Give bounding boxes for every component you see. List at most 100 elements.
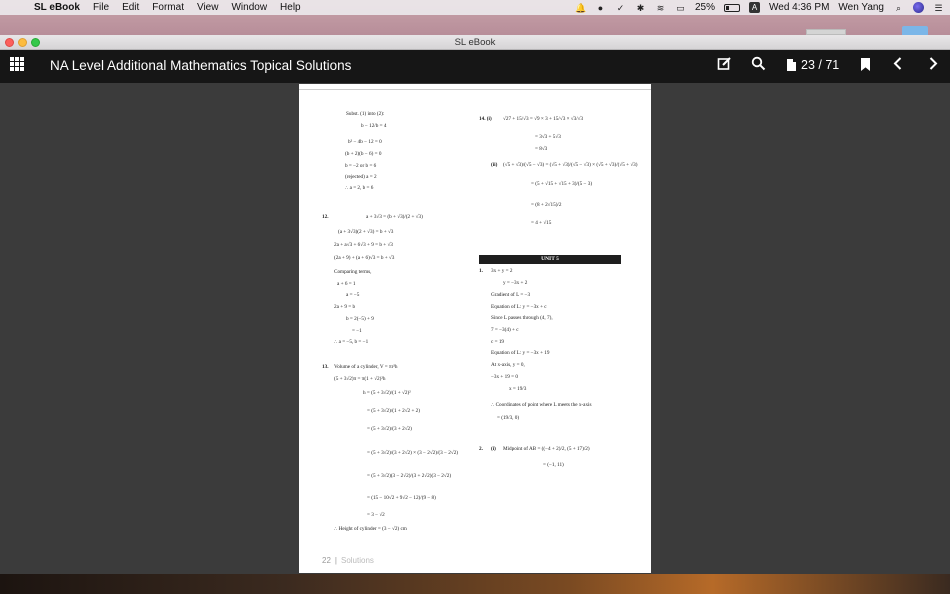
solution-line: h = (5 + 3√2)/(1 + √2)² [363,390,411,396]
solution-line: (5 + 3√2)π = π(1 + √2)²h [334,376,386,382]
solution-line: x = 19/3 [509,386,527,392]
siri-icon[interactable] [913,2,924,13]
wifi-icon[interactable]: ≋ [655,3,666,13]
question-number: 14. (i) [479,116,492,122]
page-document-icon [787,59,796,71]
solution-line: = 3 − √2 [367,512,385,518]
solution-line: 3x + y = 2 [491,268,513,274]
page-indicator-text: 23 / 71 [801,58,840,72]
battery-icon[interactable] [724,3,740,12]
book-page[interactable]: Subst. (1) into (2): b − 12/b = 4 b² − 4… [299,84,651,573]
edit-icon [717,57,731,70]
unit-heading: UNIT 5 [479,255,621,264]
menu-help[interactable]: Help [280,2,301,13]
solution-line: = (15 − 10√2 + 9√2 − 12)/(9 − 8) [367,495,436,501]
search-icon [751,56,766,71]
page-footer: 22 | Solutions [322,556,374,565]
menu-edit[interactable]: Edit [122,2,139,13]
notification-center-icon[interactable]: ☰ [933,3,944,13]
bookmark-icon[interactable] [861,58,870,71]
menu-format[interactable]: Format [152,2,184,13]
solution-line: Midpoint of AB = ((−4 + 2)/2, (5 + 17)/2… [503,446,590,452]
question-part: (i) [491,446,496,452]
solution-line: = (5 + √15 + √15 + 3)/(5 − 3) [531,181,593,187]
solution-line: = 4 + √15 [531,220,552,226]
minimize-window-button[interactable] [18,38,27,47]
solution-line: = 3√3 + 5√3 [535,134,561,140]
search-button[interactable] [751,56,766,74]
window-title: SL eBook [454,37,496,48]
solution-line: b² − 4b − 12 = 0 [348,139,382,145]
menu-view[interactable]: View [197,2,219,13]
previous-page-button[interactable] [892,56,904,74]
battery-percent[interactable]: 25% [695,2,715,13]
solution-line: (√5 + √3)/(√5 − √3) = (√5 + √3)/(√5 − √3… [503,162,638,168]
solution-line: = (19/3, 0) [497,415,520,421]
reader-toolbar: NA Level Additional Mathematics Topical … [0,50,950,83]
solution-line: b = 2(−5) + 9 [346,316,374,322]
menubar-user[interactable]: Wen Yang [838,2,884,13]
question-number: 1. [479,268,483,274]
solution-line: = (5 + 3√2)(3 − 2√2)/(3 + 2√2)(3 − 2√2) [367,473,452,479]
solution-line: b = −2 or b = 6 [345,163,377,169]
page-top-rule [299,89,651,90]
evernote-icon[interactable]: ● [595,3,606,13]
page-number: 22 [322,556,331,565]
solution-line: = 8√3 [535,146,548,152]
footer-label: Solutions [340,556,374,565]
window-titlebar[interactable]: SL eBook [0,35,950,50]
solution-line: At x-axis, y = 0, [491,362,525,368]
solution-line: (2a + 9) + (a + 6)√3 = b + √3 [334,255,395,261]
solution-line: ∴ a = −5, b = −1 [334,339,369,345]
input-source-icon[interactable]: A [749,2,760,13]
solution-line: = (5 + 3√2)/(3 + 2√2) [367,426,412,432]
solution-line: Gradient of L = −3 [491,292,531,298]
menu-app-name[interactable]: SL eBook [34,2,80,13]
solution-line: c = 19 [491,339,505,345]
solution-line: 2a + a√3 + 6√3 + 9 = b + √3 [334,242,393,248]
solution-line: (rejected) a = 2 [345,174,377,180]
question-number: 12. [322,214,329,220]
bell-icon[interactable]: 🔔 [575,3,586,13]
chevron-left-icon [893,57,902,70]
menu-bar: SL eBook File Edit Format View Window He… [0,0,950,15]
solution-line: = (5 + 3√2)/(3 + 2√2) × (3 − 2√2)/(3 − 2… [367,450,459,456]
solution-line: Subst. (1) into (2): [346,111,385,117]
solution-line: = (−1, 11) [543,462,564,468]
book-title: NA Level Additional Mathematics Topical … [50,58,352,73]
solution-line: (b + 2)(b − 6) = 0 [345,151,382,157]
close-window-button[interactable] [5,38,14,47]
solution-line: Equation of L: y = −3x + 19 [491,350,550,356]
desktop-folder-icon[interactable] [902,26,928,35]
solution-line: √27 + 15/√3 = √9 × 3 + 15/√3 × √3/√3 [503,116,584,122]
solution-line: ∴ a = 2, b = 6 [345,185,374,191]
next-page-button[interactable] [927,56,939,74]
battery-fill [726,5,729,10]
solution-line: Equation of L: y = −3x + c [491,304,547,310]
airplay-icon[interactable]: ▭ [675,3,686,13]
checklist-icon[interactable]: ✓ [615,3,626,13]
solution-line: ∴ Height of cylinder = (3 − √2) cm [334,526,407,532]
menubar-status-area: 🔔 ● ✓ ✱ ≋ ▭ 25% A Wed 4:36 PM Wen Yang ⌕… [575,0,944,15]
solution-line: −3x + 19 = 0 [491,374,518,380]
menu-window[interactable]: Window [231,2,267,13]
annotate-button[interactable] [717,56,732,74]
extension-icon[interactable]: ✱ [635,3,646,13]
question-number: 13. [322,364,329,370]
reader-area[interactable]: Subst. (1) into (2): b − 12/b = 4 b² − 4… [0,83,950,574]
page-indicator[interactable]: 23 / 71 [787,58,839,72]
menubar-clock[interactable]: Wed 4:36 PM [769,2,829,13]
spotlight-search-icon[interactable]: ⌕ [893,3,904,13]
solution-line: = (5 + 3√2)/(1 + 2√2 + 2) [367,408,420,414]
solution-line: Since L passes through (4, 7), [491,315,553,321]
menu-file[interactable]: File [93,2,109,13]
solution-line: Comparing terms, [334,269,372,275]
solution-line: b − 12/b = 4 [361,123,387,129]
library-grid-icon[interactable] [10,57,24,71]
solution-line: a = −5 [346,292,360,298]
solution-line: y = −3x + 2 [503,280,528,286]
solution-line: (a + 3√3)(2 + √3) = b + √3 [338,229,394,235]
solution-line: = (8 + 2√15)/2 [531,202,562,208]
fullscreen-window-button[interactable] [31,38,40,47]
solution-line: a + 6 = 1 [337,281,356,287]
